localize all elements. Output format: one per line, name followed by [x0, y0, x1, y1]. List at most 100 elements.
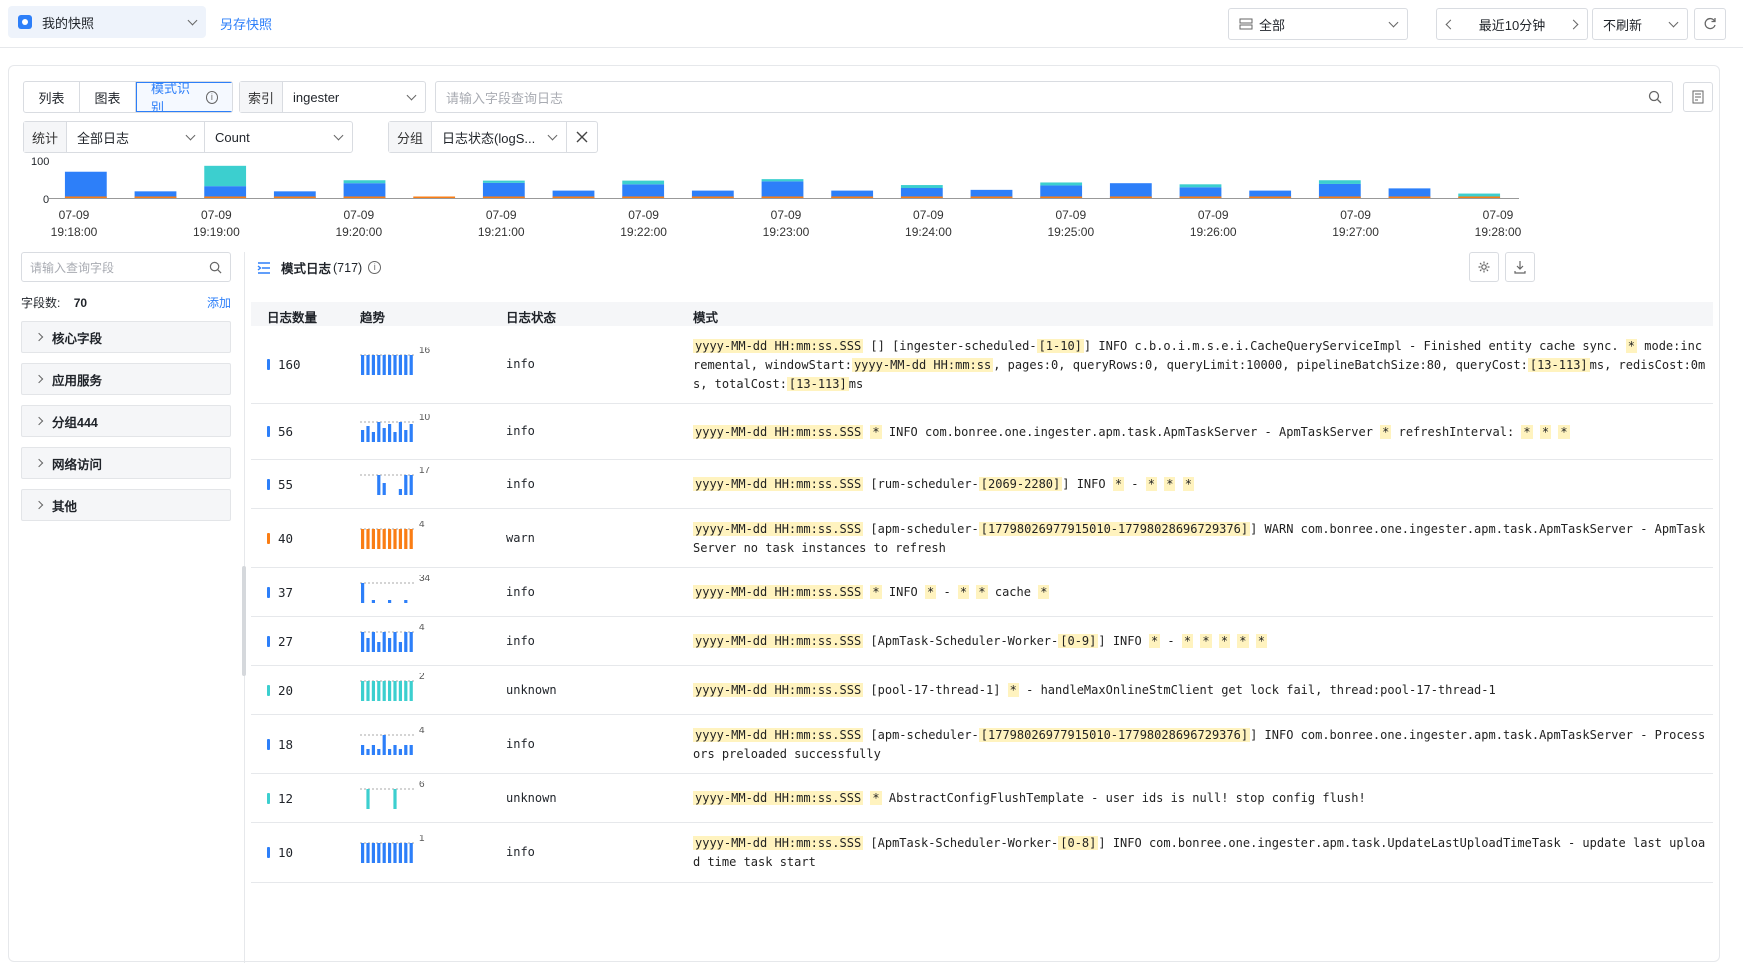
save-snapshot-link[interactable]: 另存快照 [220, 14, 272, 33]
collapse-sidebar-icon[interactable] [257, 261, 271, 274]
snapshot-select[interactable]: 我的快照 [8, 6, 206, 38]
histogram-bar[interactable] [761, 179, 804, 182]
histogram-bar-warn[interactable] [343, 196, 386, 199]
index-select[interactable]: 索引 ingester [239, 81, 426, 113]
search-icon[interactable] [1648, 90, 1662, 104]
download-button[interactable] [1505, 252, 1535, 282]
histogram-bar[interactable] [64, 171, 107, 198]
tab-chart[interactable]: 图表 [80, 82, 136, 112]
table-row[interactable]: 37 34 info yyyy-MM-dd HH:mm:ss.SSS * INFO *… [251, 568, 1713, 617]
search-input[interactable]: 请输入字段查询日志 [435, 81, 1673, 113]
histogram-bar-warn[interactable] [970, 196, 1013, 199]
histogram-bar-warn[interactable] [900, 196, 943, 199]
field-group[interactable]: 核心字段 [21, 321, 231, 353]
field-group[interactable]: 其他 [21, 489, 231, 521]
histogram-bar-warn[interactable] [622, 196, 665, 199]
field-group[interactable]: 应用服务 [21, 363, 231, 395]
histogram-bar[interactable] [1179, 184, 1222, 188]
histogram-bar[interactable] [900, 185, 943, 189]
refresh-interval-select[interactable]: 不刷新 [1592, 8, 1688, 40]
histogram-bar[interactable] [1040, 182, 1083, 186]
table-row[interactable]: 27 4 info yyyy-MM-dd HH:mm:ss.SSS [ApmTask-… [251, 617, 1713, 666]
chevron-right-icon[interactable] [1568, 19, 1579, 29]
histogram-bar[interactable] [1109, 183, 1152, 198]
chevron-down-icon [1668, 17, 1679, 27]
settings-button[interactable] [1469, 252, 1499, 282]
col-status: 日志状态 [506, 311, 557, 325]
trend-bar [377, 422, 381, 442]
stats-metric-select[interactable]: Count [205, 122, 352, 152]
table-row[interactable]: 55 17 info yyyy-MM-dd HH:mm:ss.SSS [rum-sch… [251, 460, 1713, 509]
histogram-bar-warn[interactable] [1179, 196, 1222, 199]
histogram-bar-warn[interactable] [1109, 196, 1152, 199]
field-group[interactable]: 网络访问 [21, 447, 231, 479]
histogram-bar-warn[interactable] [761, 196, 804, 199]
histogram-bar[interactable] [1179, 187, 1222, 198]
histogram-bar-warn[interactable] [413, 196, 456, 199]
histogram-bar-warn[interactable] [831, 196, 874, 199]
pattern-variable: * [1380, 424, 1392, 439]
info-icon[interactable]: i [205, 90, 218, 104]
table-row[interactable]: 20 2 unknown yyyy-MM-dd HH:mm:ss.SSS [pool-… [251, 666, 1713, 715]
groupby-select[interactable]: 日志状态(logS... [432, 122, 567, 152]
field-group-list: 核心字段应用服务分组444 网络访问其他 [21, 321, 231, 521]
histogram-bar-warn[interactable] [552, 196, 595, 199]
histogram-bar[interactable] [1318, 183, 1361, 198]
trend-bar [377, 748, 381, 755]
histogram-bar-warn[interactable] [691, 196, 734, 199]
table-row[interactable]: 12 6 unknown yyyy-MM-dd HH:mm:ss.SSS * Abst… [251, 774, 1713, 823]
chevron-right-icon [34, 332, 44, 342]
table-row[interactable]: 10 1 info yyyy-MM-dd HH:mm:ss.SSS [ApmTask-… [251, 823, 1713, 883]
scope-select[interactable]: 全部 [1228, 8, 1408, 40]
trend-bar [393, 355, 397, 375]
histogram-bar[interactable] [1318, 180, 1361, 184]
query-history-button[interactable] [1683, 82, 1713, 112]
stats-scope-select[interactable]: 全部日志 [67, 122, 206, 152]
histogram-bar-warn[interactable] [1318, 196, 1361, 199]
x-tick-label: 07-09 19:18:00 [50, 208, 98, 239]
field-count-value: 70 [73, 296, 88, 310]
histogram-bar[interactable] [482, 180, 525, 183]
histogram-bar-warn[interactable] [1458, 196, 1501, 199]
tab-list[interactable]: 列表 [24, 82, 80, 112]
table-row[interactable]: 40 4 warn yyyy-MM-dd HH:mm:ss.SSS [apm-sche… [251, 509, 1713, 568]
col-count: 日志数量 [267, 311, 318, 325]
histogram-bar[interactable] [343, 183, 386, 198]
trend-bar [382, 734, 386, 755]
histogram-bar[interactable] [204, 186, 247, 198]
field-group[interactable]: 分组444 [21, 405, 231, 437]
histogram-bar[interactable] [343, 180, 386, 184]
info-icon[interactable]: i [368, 261, 382, 274]
histogram-bar-warn[interactable] [482, 196, 525, 199]
histogram-bar-warn[interactable] [273, 196, 316, 199]
add-field-link[interactable]: 添加 [207, 294, 231, 311]
chevron-left-icon[interactable] [1445, 19, 1456, 29]
histogram-bar-warn[interactable] [1388, 196, 1431, 199]
histogram-bar-warn[interactable] [1249, 196, 1292, 199]
histogram-bar[interactable] [622, 180, 665, 185]
groupby-clear-button[interactable] [567, 131, 597, 143]
table-row[interactable]: 18 4 info yyyy-MM-dd HH:mm:ss.SSS [apm-sche… [251, 715, 1713, 774]
log-pattern: yyyy-MM-dd HH:mm:ss.SSS [] [ingester-sch… [693, 337, 1708, 394]
table-row[interactable]: 56 10 info yyyy-MM-dd HH:mm:ss.SSS * INFO c… [251, 404, 1713, 460]
time-range-picker[interactable]: 最近10分钟 [1436, 8, 1588, 40]
field-search-input[interactable]: 请输入查询字段 [21, 252, 231, 282]
refresh-button[interactable] [1694, 8, 1726, 40]
trend-max-label: 4 [419, 727, 425, 736]
histogram-bar[interactable] [761, 181, 804, 198]
trend-bar [409, 843, 413, 863]
histogram-bar-warn[interactable] [204, 196, 247, 199]
gear-icon [1478, 261, 1490, 273]
histogram-bar-warn[interactable] [134, 196, 177, 199]
histogram-bar[interactable] [204, 165, 247, 187]
histogram-bar-warn[interactable] [64, 196, 107, 199]
tab-pattern[interactable]: 模式识别 i [136, 82, 232, 112]
histogram-bar[interactable] [622, 184, 665, 198]
resize-handle[interactable] [242, 566, 246, 676]
status-color-marker [267, 684, 270, 696]
histogram-bar-warn[interactable] [1040, 196, 1083, 199]
histogram-bar[interactable] [1040, 185, 1083, 198]
table-row[interactable]: 160 16 info yyyy-MM-dd HH:mm:ss.SSS [] [ing… [251, 326, 1713, 404]
chevron-right-icon [34, 500, 44, 510]
histogram-bar[interactable] [482, 182, 525, 198]
